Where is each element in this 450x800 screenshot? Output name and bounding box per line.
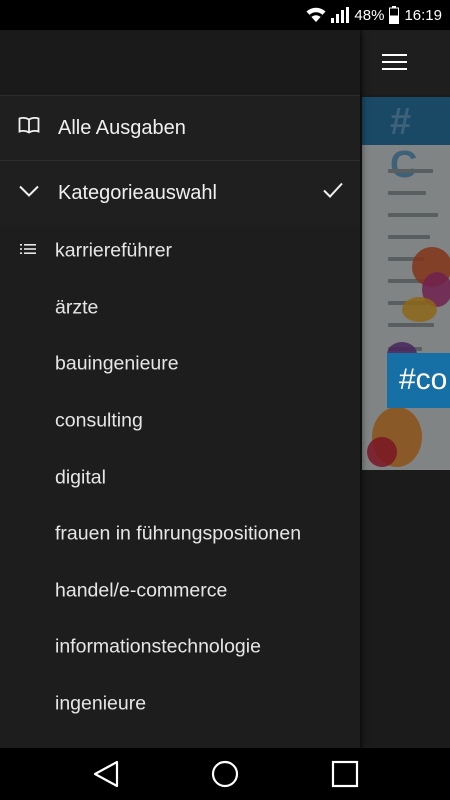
drawer-item-category-selection[interactable]: Kategorieauswahl	[0, 161, 360, 225]
drawer-item-label: Alle Ausgaben	[58, 116, 186, 139]
magazine-cover-thumbnail[interactable]: # C	[362, 97, 450, 470]
back-triangle-icon[interactable]	[93, 760, 119, 793]
battery-percent: 48%	[354, 6, 385, 24]
category-item-digital[interactable]: digital	[0, 449, 360, 506]
battery-icon	[389, 6, 400, 24]
signal-icon	[331, 7, 350, 23]
wifi-icon	[306, 7, 326, 23]
category-item-bauingenieure[interactable]: bauingenieure	[0, 336, 360, 393]
category-label: bauingenieure	[55, 352, 179, 375]
chevron-down-icon	[18, 184, 40, 203]
drawer-item-label: Kategorieauswahl	[58, 181, 217, 204]
status-bar: 48% 16:19	[0, 0, 450, 30]
category-label: informationstechnologie	[55, 635, 261, 658]
navigation-drawer: Alle Ausgaben Kategorieauswahl karrieref…	[0, 30, 360, 748]
checkmark-icon	[322, 182, 344, 205]
category-item-consulting[interactable]: consulting	[0, 393, 360, 450]
category-label: frauen in führungspositionen	[55, 522, 302, 545]
category-item-aerzte[interactable]: ärzte	[0, 280, 360, 337]
clock: 16:19	[404, 6, 442, 24]
category-label: consulting	[55, 409, 143, 432]
cover-hashtag-banner: #co	[387, 353, 450, 408]
drawer-item-all-editions[interactable]: Alle Ausgaben	[0, 96, 360, 160]
category-item-informationstechnologie[interactable]: informationstechnologie	[0, 619, 360, 676]
category-label: ärzte	[55, 296, 99, 319]
cover-hashtag-text: #co	[399, 363, 448, 396]
category-item-handel-e-commerce[interactable]: handel/e-commerce	[0, 563, 360, 620]
list-icon	[20, 242, 36, 260]
category-item-karrierefuehrer[interactable]: karriereführer	[0, 223, 360, 280]
system-navigation-bar	[0, 748, 450, 800]
category-item-frauen-in-fuehrungspositionen[interactable]: frauen in führungspositionen	[0, 506, 360, 563]
content-pane: # C #co	[362, 30, 450, 748]
cover-dim-overlay	[362, 97, 450, 470]
book-icon	[18, 116, 40, 140]
hamburger-menu-icon[interactable]	[382, 51, 408, 73]
category-label: ingenieure	[55, 692, 147, 715]
category-item-ingenieure[interactable]: ingenieure	[0, 676, 360, 733]
app-bar	[362, 30, 450, 95]
drawer-header	[0, 30, 360, 95]
category-label: karriereführer	[55, 239, 173, 262]
category-label: handel/e-commerce	[55, 579, 228, 602]
category-list: karriereführer ärzte bauingenieure consu…	[0, 223, 360, 732]
category-label: digital	[55, 466, 106, 489]
recents-square-icon[interactable]	[331, 760, 359, 793]
home-circle-icon[interactable]	[211, 760, 239, 793]
